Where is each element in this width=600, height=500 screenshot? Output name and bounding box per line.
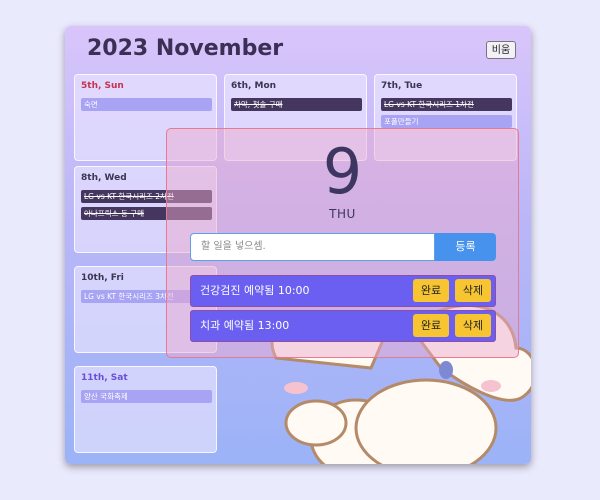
day-label: 8th, Wed	[81, 173, 127, 183]
todo-item: 건강검진 예약됨 10:00 완료 삭제	[190, 275, 496, 307]
task-item[interactable]: 양산 국화축제	[81, 390, 212, 403]
add-button[interactable]: 등록	[435, 233, 496, 261]
selected-weekday: THU	[329, 207, 356, 221]
task-item[interactable]: 차악, 첫솔 구매	[231, 98, 362, 111]
day-card-11[interactable]: 11th, Sat 양산 국화축제	[74, 366, 217, 453]
selected-day-number: 9	[322, 135, 363, 208]
day-label: 6th, Mon	[231, 81, 277, 91]
delete-button[interactable]: 삭제	[455, 279, 491, 302]
task-item[interactable]: 포폴만들기	[381, 115, 512, 128]
delete-button[interactable]: 삭제	[455, 314, 491, 337]
complete-button[interactable]: 완료	[413, 279, 449, 302]
complete-button[interactable]: 완료	[413, 314, 449, 337]
day-label: 11th, Sat	[81, 373, 128, 383]
todo-text: 치과 예약됨 13:00	[200, 319, 290, 332]
todo-text: 건강검진 예약됨 10:00	[200, 284, 310, 297]
task-item[interactable]: 숙면	[81, 98, 212, 111]
day-label: 5th, Sun	[81, 81, 124, 91]
todo-item: 치과 예약됨 13:00 완료 삭제	[190, 310, 496, 342]
day-label: 10th, Fri	[81, 273, 124, 283]
todo-input[interactable]: 할 일을 넣으셈.	[190, 233, 435, 261]
hide-button[interactable]: 비움	[486, 41, 516, 59]
task-item[interactable]: LG vs KT 한국시리즈 1차전	[381, 98, 512, 111]
todo-input-row: 할 일을 넣으셈. 등록	[190, 233, 496, 261]
calendar-app: 2023 November 비움 5th, Sun 숙면 6th, Mon 차악…	[65, 26, 531, 464]
month-title: 2023 November	[87, 36, 284, 61]
day-detail-modal: 9 THU 할 일을 넣으셈. 등록 건강검진 예약됨 10:00 완료 삭제 …	[166, 128, 519, 358]
day-label: 7th, Tue	[381, 81, 423, 91]
